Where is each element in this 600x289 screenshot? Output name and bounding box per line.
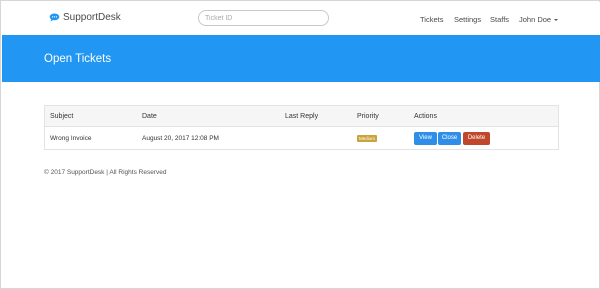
- user-name: John Doe: [519, 15, 552, 24]
- top-navbar: SupportDesk Tickets Settings Staffs John…: [2, 2, 600, 35]
- close-button[interactable]: Close: [438, 132, 461, 145]
- brand-logo[interactable]: SupportDesk: [49, 12, 121, 23]
- chat-bubble-icon: [49, 13, 60, 22]
- header-last-reply: Last Reply: [285, 113, 319, 120]
- view-button[interactable]: View: [414, 132, 437, 145]
- page-banner: Open Tickets: [2, 35, 600, 82]
- nav-tickets-link[interactable]: Tickets: [420, 15, 443, 24]
- brand-name: SupportDesk: [63, 12, 121, 23]
- ticket-subject: Wrong Invoice: [50, 135, 92, 142]
- nav-settings-link[interactable]: Settings: [454, 15, 481, 24]
- header-actions: Actions: [414, 113, 437, 120]
- header-priority: Priority: [357, 113, 379, 120]
- tickets-table: Subject Date Last Reply Priority Actions…: [44, 105, 559, 150]
- ticket-date: August 20, 2017 12:08 PM: [142, 135, 219, 142]
- ticket-search-input[interactable]: [198, 10, 329, 26]
- priority-badge: Medium: [357, 135, 378, 142]
- user-menu-dropdown[interactable]: John Doe: [519, 15, 559, 24]
- header-subject: Subject: [50, 113, 74, 120]
- delete-button[interactable]: Delete: [463, 132, 490, 145]
- table-row: Wrong Invoice August 20, 2017 12:08 PM M…: [45, 128, 558, 150]
- chevron-down-icon: [554, 19, 559, 22]
- footer-copyright: © 2017 SupportDesk | All Rights Reserved: [44, 169, 167, 176]
- app-window: SupportDesk Tickets Settings Staffs John…: [0, 0, 600, 289]
- page-title: Open Tickets: [44, 53, 112, 65]
- table-header: Subject Date Last Reply Priority Actions: [45, 106, 558, 127]
- nav-staffs-link[interactable]: Staffs: [490, 15, 509, 24]
- header-date: Date: [142, 113, 157, 120]
